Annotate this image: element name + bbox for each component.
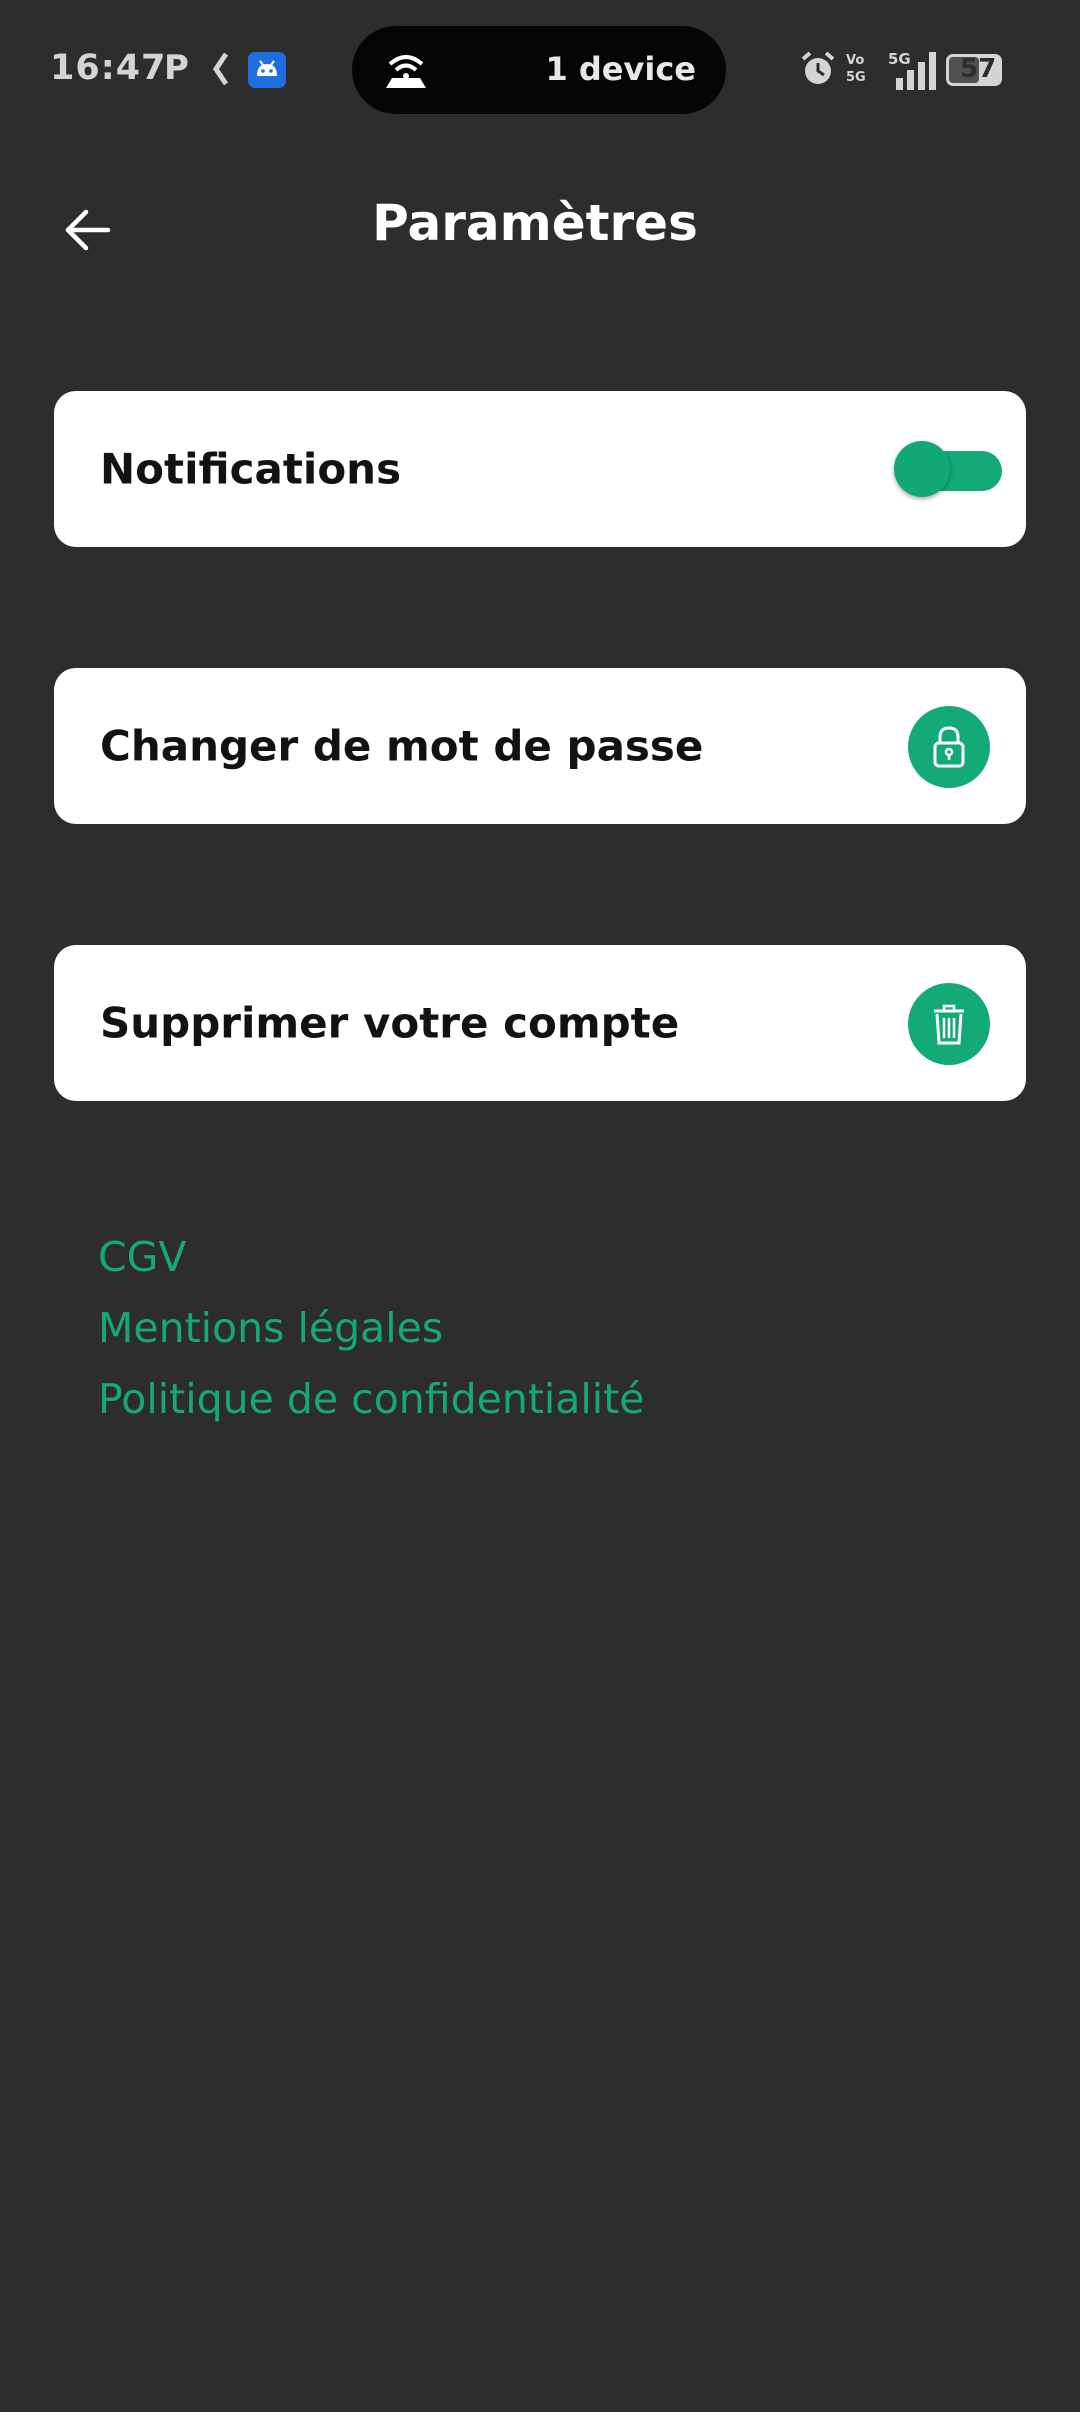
notifications-toggle[interactable] [894, 441, 1002, 497]
status-bar: 16:47 P 1 device Vo 5G 5G 57 [0, 0, 1080, 140]
page-title: Paramètres [372, 194, 698, 252]
delete-account-label: Supprimer votre compte [100, 998, 680, 1048]
change-password-card[interactable]: Changer de mot de passe [54, 668, 1026, 824]
header: Paramètres [0, 180, 1080, 280]
status-time: 16:47 [50, 48, 167, 88]
legal-notice-link[interactable]: Mentions légales [98, 1293, 998, 1364]
battery-level: 57 [960, 54, 997, 84]
lock-icon [933, 726, 965, 768]
android-app-icon [248, 52, 286, 88]
parking-app-icon: P [164, 48, 189, 88]
signal-icon [896, 52, 936, 90]
change-password-label: Changer de mot de passe [100, 721, 704, 771]
hotspot-pill[interactable]: 1 device [352, 26, 726, 114]
legal-links: CGV Mentions légales Politique de confid… [98, 1222, 998, 1435]
toggle-thumb [894, 441, 950, 497]
volte-icon: Vo 5G [846, 53, 866, 85]
notifications-setting-card[interactable]: Notifications [54, 391, 1026, 547]
delete-account-button[interactable] [908, 983, 990, 1065]
hotspot-device-count: 1 device [545, 50, 696, 88]
hotspot-icon [386, 55, 426, 88]
notifications-label: Notifications [100, 444, 402, 494]
alarm-icon [801, 51, 835, 84]
trash-icon [934, 1004, 964, 1045]
cgv-link[interactable]: CGV [98, 1222, 998, 1293]
delete-account-card[interactable]: Supprimer votre compte [54, 945, 1026, 1101]
privacy-policy-link[interactable]: Politique de confidentialité [98, 1364, 998, 1435]
battery-icon: 57 [946, 54, 1002, 86]
change-password-button[interactable] [908, 706, 990, 788]
app-notification-icon [212, 52, 229, 86]
